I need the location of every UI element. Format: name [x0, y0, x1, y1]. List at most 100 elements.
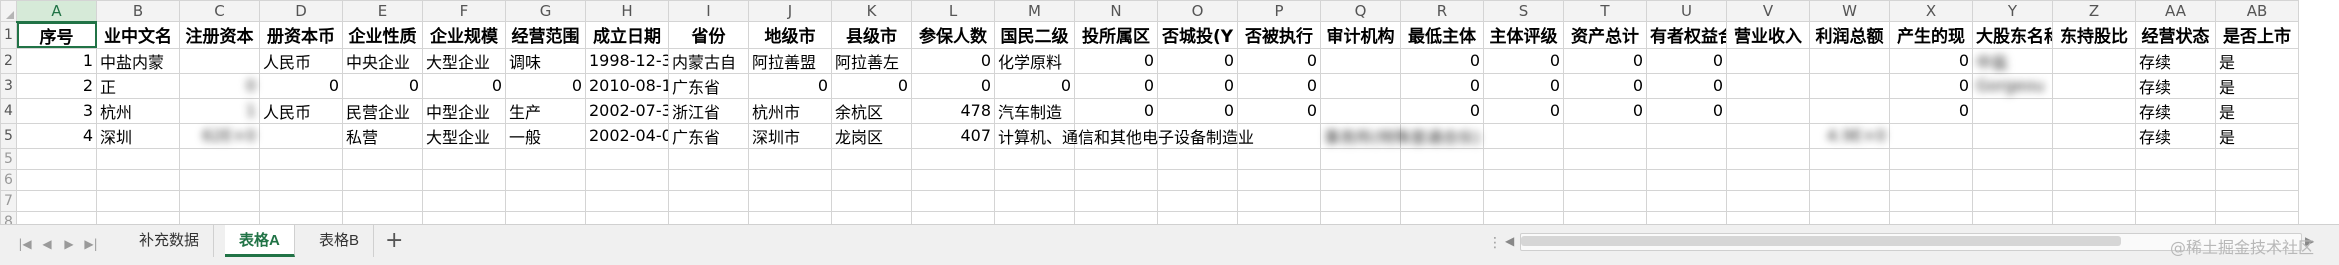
table-cell[interactable]: 0	[1889, 97, 1973, 124]
table-cell[interactable]: 深圳	[96, 122, 180, 149]
column-header-z[interactable]: Z	[2052, 0, 2136, 22]
column-header-k[interactable]: K	[831, 0, 912, 22]
table-cell[interactable]: 0	[1074, 97, 1158, 124]
column-header-i[interactable]: I	[668, 0, 749, 22]
header-cell[interactable]: 业中文名	[96, 21, 180, 49]
table-cell[interactable]	[994, 189, 1075, 212]
table-cell[interactable]	[1809, 210, 1890, 224]
table-cell[interactable]	[1809, 47, 1890, 74]
column-header-a[interactable]: A	[16, 0, 97, 23]
table-cell[interactable]	[2215, 168, 2299, 191]
table-cell[interactable]	[1726, 210, 1810, 224]
table-cell[interactable]	[2052, 47, 2136, 74]
table-cell[interactable]: 一般	[505, 122, 586, 149]
table-cell[interactable]: 是	[2215, 122, 2299, 149]
header-cell[interactable]: 营业收入	[1726, 21, 1810, 49]
header-cell[interactable]: 否被执行	[1237, 21, 1321, 49]
table-cell[interactable]: 0	[1483, 47, 1564, 74]
column-header-p[interactable]: P	[1237, 0, 1321, 22]
table-cell[interactable]: 0	[259, 72, 343, 99]
header-cell[interactable]: 经营范围	[505, 21, 586, 49]
table-cell[interactable]	[1726, 189, 1810, 212]
table-cell[interactable]	[16, 168, 97, 191]
column-header-y[interactable]: Y	[1972, 0, 2053, 22]
column-header-t[interactable]: T	[1563, 0, 1647, 22]
table-cell[interactable]: 阿拉善左	[831, 47, 912, 74]
table-cell[interactable]	[831, 147, 912, 170]
table-cell[interactable]	[1646, 168, 1727, 191]
header-cell[interactable]: 投所属区	[1074, 21, 1158, 49]
table-cell[interactable]	[748, 210, 832, 224]
table-cell[interactable]: 中型企业	[422, 97, 506, 124]
table-cell[interactable]	[1157, 189, 1238, 212]
table-cell[interactable]: 4	[16, 122, 97, 149]
table-cell[interactable]	[2135, 210, 2216, 224]
column-header-r[interactable]: R	[1400, 0, 1484, 22]
table-cell[interactable]: 杭州市	[748, 97, 832, 124]
header-cell[interactable]: 最低主体	[1400, 21, 1484, 49]
table-cell[interactable]	[1320, 189, 1401, 212]
table-cell[interactable]	[422, 168, 506, 191]
header-cell[interactable]: 是否上市	[2215, 21, 2299, 49]
table-cell[interactable]: 0	[911, 72, 995, 99]
table-cell[interactable]	[1074, 147, 1158, 170]
header-cell[interactable]: 省份	[668, 21, 749, 49]
table-cell[interactable]	[585, 168, 669, 191]
header-cell[interactable]: 册资本币	[259, 21, 343, 49]
table-cell[interactable]	[2215, 189, 2299, 212]
table-cell[interactable]	[259, 210, 343, 224]
table-cell[interactable]	[1726, 47, 1810, 74]
table-cell[interactable]	[1563, 168, 1647, 191]
table-cell[interactable]	[2135, 189, 2216, 212]
table-cell[interactable]	[505, 210, 586, 224]
table-cell[interactable]	[1237, 168, 1321, 191]
sheet-tab[interactable]: 表格A	[225, 225, 295, 257]
table-cell[interactable]: 是	[2215, 47, 2299, 74]
table-cell[interactable]: 杭州	[96, 97, 180, 124]
header-cell[interactable]: 主体评级	[1483, 21, 1564, 49]
table-cell[interactable]	[1809, 72, 1890, 99]
column-header-ab[interactable]: AB	[2215, 0, 2299, 22]
column-header-g[interactable]: G	[505, 0, 586, 22]
header-cell[interactable]: 资产总计	[1563, 21, 1647, 49]
table-cell[interactable]	[1074, 210, 1158, 224]
row-header[interactable]: 8	[0, 210, 17, 224]
table-cell[interactable]	[342, 168, 423, 191]
table-cell[interactable]: 2	[16, 72, 97, 99]
table-cell[interactable]	[2135, 147, 2216, 170]
header-cell[interactable]: 利润总额	[1809, 21, 1890, 49]
column-header-o[interactable]: O	[1157, 0, 1238, 22]
header-cell[interactable]: 东持股比	[2052, 21, 2136, 49]
table-cell[interactable]: 内蒙古自	[668, 47, 749, 74]
table-cell[interactable]	[585, 189, 669, 212]
row-header[interactable]: 5	[0, 122, 17, 149]
table-cell[interactable]: 0	[1074, 72, 1158, 99]
column-header-q[interactable]: Q	[1320, 0, 1401, 22]
table-cell[interactable]	[2052, 189, 2136, 212]
table-cell[interactable]	[1563, 147, 1647, 170]
column-header-n[interactable]: N	[1074, 0, 1158, 22]
table-cell[interactable]: 计算机、通信和其他电子设备制造业	[994, 122, 1254, 149]
column-header-s[interactable]: S	[1483, 0, 1564, 22]
header-cell[interactable]: 参保人数	[911, 21, 995, 49]
header-cell[interactable]: 大股东名称	[1972, 21, 2053, 49]
table-cell[interactable]	[342, 210, 423, 224]
table-cell[interactable]: 0	[1400, 97, 1484, 124]
table-cell[interactable]	[994, 210, 1075, 224]
table-cell[interactable]: 1	[179, 97, 260, 124]
table-cell[interactable]: 0	[748, 72, 832, 99]
table-cell[interactable]	[585, 147, 669, 170]
row-header[interactable]: 6	[0, 168, 17, 191]
table-cell[interactable]: 存续	[2135, 72, 2216, 99]
table-cell[interactable]	[1237, 147, 1321, 170]
table-cell[interactable]: 0	[1157, 72, 1238, 99]
column-header-m[interactable]: M	[994, 0, 1075, 22]
table-cell[interactable]: 478	[911, 97, 995, 124]
table-cell[interactable]: 民营企业	[342, 97, 423, 124]
column-header-e[interactable]: E	[342, 0, 423, 22]
table-cell[interactable]: 0	[1563, 97, 1647, 124]
table-cell[interactable]	[422, 210, 506, 224]
table-cell[interactable]	[2052, 97, 2136, 124]
table-cell[interactable]	[1972, 122, 2053, 149]
table-cell[interactable]: 0	[831, 72, 912, 99]
